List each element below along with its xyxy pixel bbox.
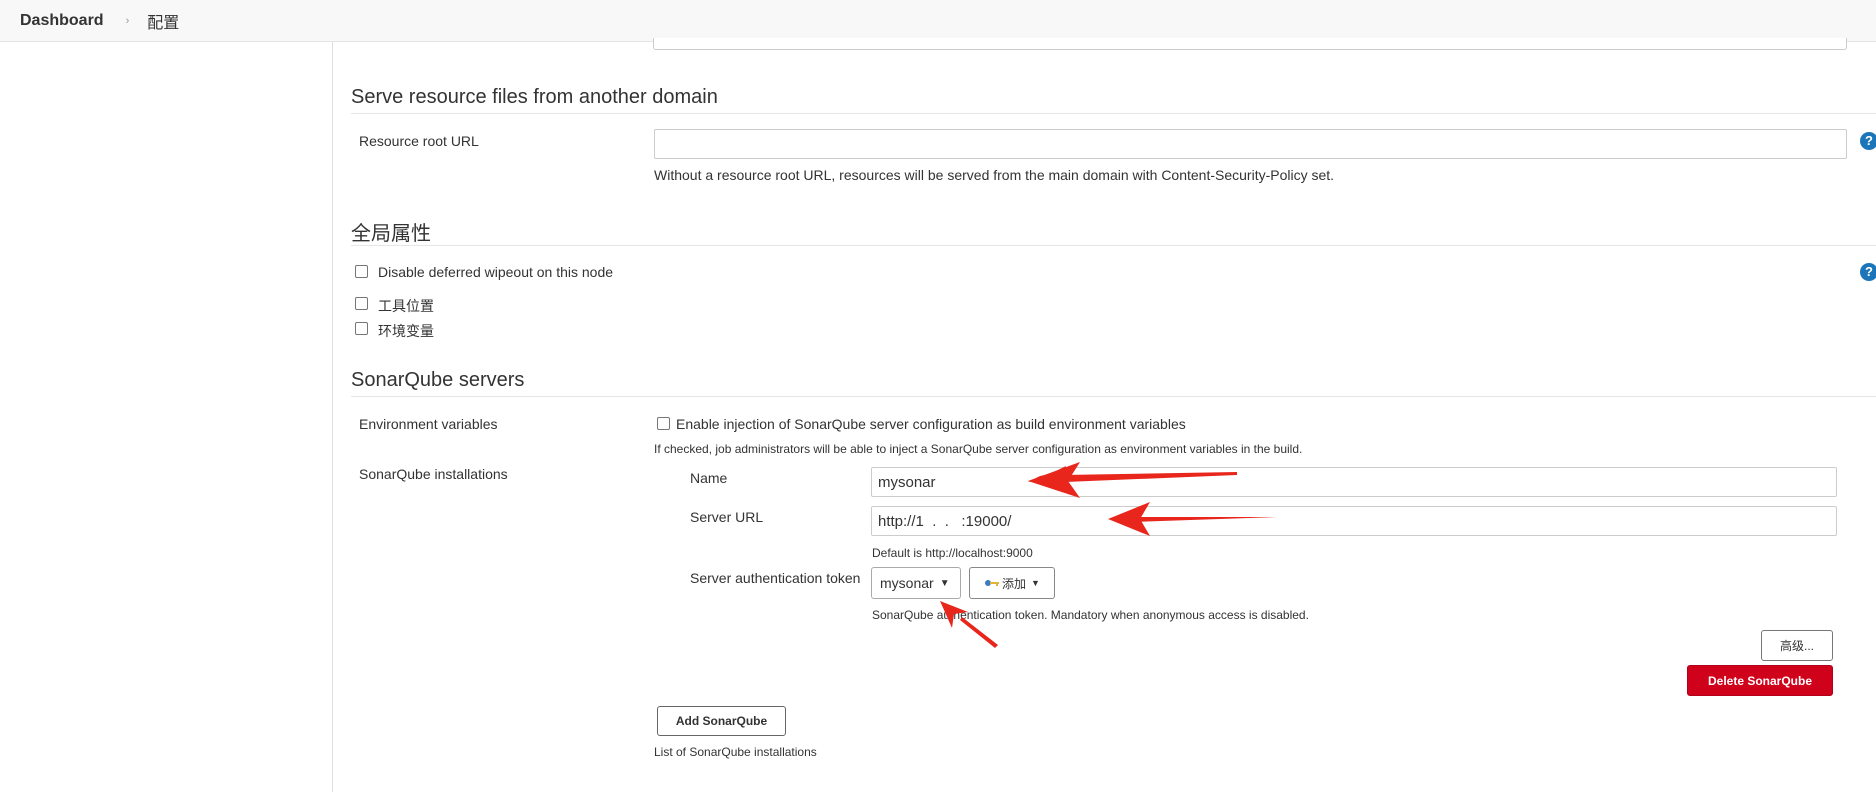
arrow-annotation-token xyxy=(940,601,998,648)
annotation-arrows xyxy=(940,462,1277,648)
arrow-annotation-server-url xyxy=(1108,502,1277,536)
arrow-annotation-name xyxy=(1028,462,1237,498)
